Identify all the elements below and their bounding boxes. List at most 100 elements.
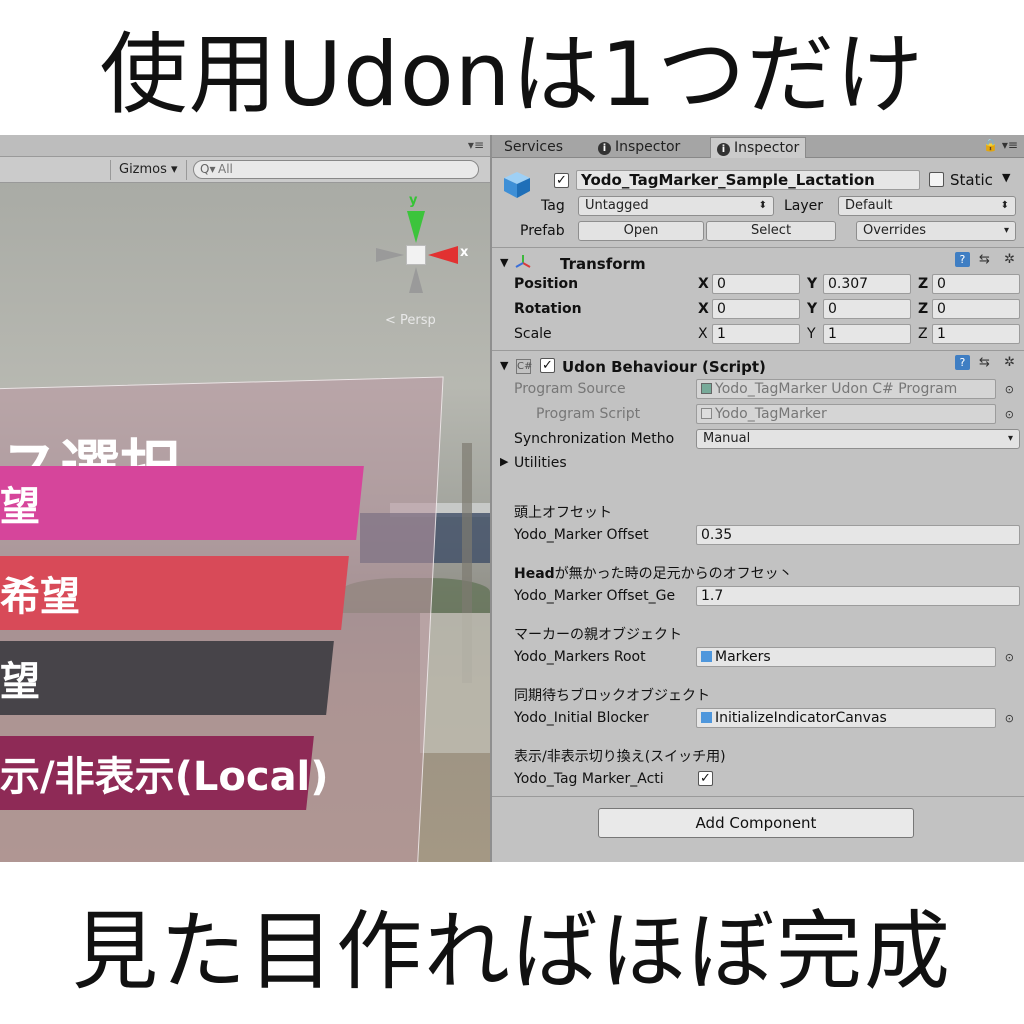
gear-icon[interactable]: ✲ xyxy=(1004,355,1020,370)
program-script-label: Program Script xyxy=(536,406,641,422)
transform-title: Transform xyxy=(560,255,646,273)
sync-method-dropdown[interactable]: Manual ▾ xyxy=(696,429,1020,449)
markers-root-field[interactable]: Markers xyxy=(696,647,996,667)
sync-method-label: Synchronization Metho xyxy=(514,431,675,447)
program-source-field[interactable]: Yodo_TagMarker Udon C# Program xyxy=(696,379,996,399)
scale-z-field[interactable]: 1 xyxy=(932,324,1020,344)
program-script-field[interactable]: Yodo_TagMarker xyxy=(696,404,996,424)
static-dropdown-icon[interactable]: ▼ xyxy=(1002,171,1010,184)
tab-inspector-1[interactable]: i Inspector xyxy=(592,137,686,158)
scale-x-field[interactable]: 1 xyxy=(712,324,800,344)
rotation-z-field[interactable]: 0 xyxy=(932,299,1020,319)
help-icon[interactable]: ? xyxy=(954,252,970,267)
asset-icon xyxy=(701,383,712,394)
persp-arrow-icon: < xyxy=(385,313,396,328)
orientation-gizmo[interactable]: y x xyxy=(372,193,472,303)
position-y-field[interactable]: 0.307 xyxy=(823,274,911,294)
panel-menu-icon[interactable]: ▾≡ xyxy=(468,138,484,152)
preset-icon[interactable]: ⇆ xyxy=(979,355,995,370)
menu-button-1[interactable]: 望 xyxy=(0,466,364,540)
program-script-value: Yodo_TagMarker xyxy=(715,406,827,422)
utilities-foldout-icon[interactable]: ▶ xyxy=(500,455,508,468)
neg-y-axis-cone-icon[interactable] xyxy=(409,267,423,293)
prefab-select-button[interactable]: Select xyxy=(706,221,836,241)
markers-root-label: Yodo_Markers Root xyxy=(514,649,646,665)
transform-icon xyxy=(515,255,531,268)
gizmos-label: Gizmos xyxy=(119,162,167,177)
udon-foldout-icon[interactable]: ▼ xyxy=(500,359,508,372)
overrides-label: Overrides xyxy=(863,223,927,238)
initial-blocker-value: InitializeIndicatorCanvas xyxy=(715,710,887,726)
tag-marker-active-label: Yodo_Tag Marker_Acti xyxy=(514,771,664,787)
position-z-field[interactable]: 0 xyxy=(932,274,1020,294)
script-file-icon xyxy=(701,408,712,419)
rotation-y-field[interactable]: 0 xyxy=(823,299,911,319)
rotation-x-field[interactable]: 0 xyxy=(712,299,800,319)
prefab-overrides-dropdown[interactable]: Overrides ▾ xyxy=(856,221,1016,241)
axis-y-label: Y xyxy=(807,301,818,317)
help-icon[interactable]: ? xyxy=(954,355,970,370)
object-picker-icon[interactable]: ⊙ xyxy=(1005,651,1014,664)
menu-button-label: 望 xyxy=(0,659,40,705)
layer-value: Default xyxy=(845,198,893,213)
preset-icon[interactable]: ⇆ xyxy=(979,252,995,267)
rotation-label: Rotation xyxy=(514,301,582,317)
initial-blocker-label: Yodo_Initial Blocker xyxy=(514,710,649,726)
tag-label: Tag xyxy=(541,198,565,214)
header-bold-part: Head xyxy=(514,566,555,582)
marker-offset-field[interactable]: 0.35 xyxy=(696,525,1020,545)
scene-search-input[interactable]: Q▾ All xyxy=(193,160,479,179)
scene-viewport[interactable]: ス選択 望 希望 望 示/非表示(Local) y x < Persp xyxy=(0,183,490,862)
menu-button-2[interactable]: 希望 xyxy=(0,556,349,630)
layer-label: Layer xyxy=(784,198,824,214)
menu-button-4[interactable]: 示/非表示(Local) xyxy=(0,736,329,810)
udon-enabled-checkbox[interactable]: ✓ xyxy=(540,358,555,373)
prefab-cube-icon xyxy=(504,172,530,198)
axis-z-label: Z xyxy=(918,301,929,317)
gizmo-x-label: x xyxy=(460,245,469,260)
add-component-button[interactable]: Add Component xyxy=(598,808,914,838)
marker-offset-ge-field[interactable]: 1.7 xyxy=(696,586,1020,606)
gizmo-cube-icon[interactable] xyxy=(406,245,426,265)
position-x-field[interactable]: 0 xyxy=(712,274,800,294)
menu-button-3[interactable]: 望 xyxy=(0,641,334,715)
active-checkbox[interactable]: ✓ xyxy=(554,173,569,188)
tab-services[interactable]: Services xyxy=(498,137,569,158)
info-icon: i xyxy=(717,143,730,156)
gear-icon[interactable]: ✲ xyxy=(1004,252,1020,267)
projection-toggle[interactable]: < Persp xyxy=(385,313,436,328)
tag-marker-active-checkbox[interactable]: ✓ xyxy=(698,771,713,786)
transform-foldout-icon[interactable]: ▼ xyxy=(500,256,508,269)
initial-blocker-field[interactable]: InitializeIndicatorCanvas xyxy=(696,708,996,728)
tag-value: Untagged xyxy=(585,198,649,213)
inspector-panel: Services i Inspector i Inspector 🔒 ▾≡ ✓ Yo… xyxy=(490,135,1024,862)
object-picker-icon[interactable]: ⊙ xyxy=(1005,383,1014,396)
layer-dropdown[interactable]: Default ⬍ xyxy=(838,196,1016,216)
y-axis-cone-icon[interactable] xyxy=(407,211,425,243)
component-header-icons[interactable]: ? ⇆ ✲ xyxy=(954,252,1020,267)
menu-button-label: 示/非表示(Local) xyxy=(0,754,329,800)
scale-y-field[interactable]: 1 xyxy=(823,324,911,344)
object-picker-icon[interactable]: ⊙ xyxy=(1005,712,1014,725)
marker-offset-ge-label: Yodo_Marker Offset_Ge xyxy=(514,588,676,604)
static-label: Static xyxy=(950,171,993,189)
menu-button-label: 望 xyxy=(0,484,40,530)
udon-title: Udon Behaviour (Script) xyxy=(562,358,766,376)
search-placeholder: All xyxy=(218,162,233,176)
gizmos-dropdown[interactable]: Gizmos ▾ xyxy=(110,160,187,180)
lock-icon[interactable]: 🔒 ▾≡ xyxy=(983,138,1018,152)
chevron-down-icon: ▾ xyxy=(1007,433,1013,444)
object-picker-icon[interactable]: ⊙ xyxy=(1005,408,1014,421)
prefab-open-button[interactable]: Open xyxy=(578,221,704,241)
section-header-markers-root: マーカーの親オブジェクト xyxy=(514,627,682,643)
static-checkbox[interactable] xyxy=(929,172,944,187)
neg-x-axis-cone-icon[interactable] xyxy=(376,248,404,262)
component-header-icons[interactable]: ? ⇆ ✲ xyxy=(954,355,1020,370)
object-name-field[interactable]: Yodo_TagMarker_Sample_Lactation xyxy=(576,170,920,190)
x-axis-cone-icon[interactable] xyxy=(428,246,458,264)
utilities-label[interactable]: Utilities xyxy=(514,455,567,471)
scene-header: ▾≡ xyxy=(0,135,490,157)
axis-x-label: X xyxy=(698,276,709,292)
tag-dropdown[interactable]: Untagged ⬍ xyxy=(578,196,774,216)
tab-inspector-2[interactable]: i Inspector xyxy=(710,137,807,158)
